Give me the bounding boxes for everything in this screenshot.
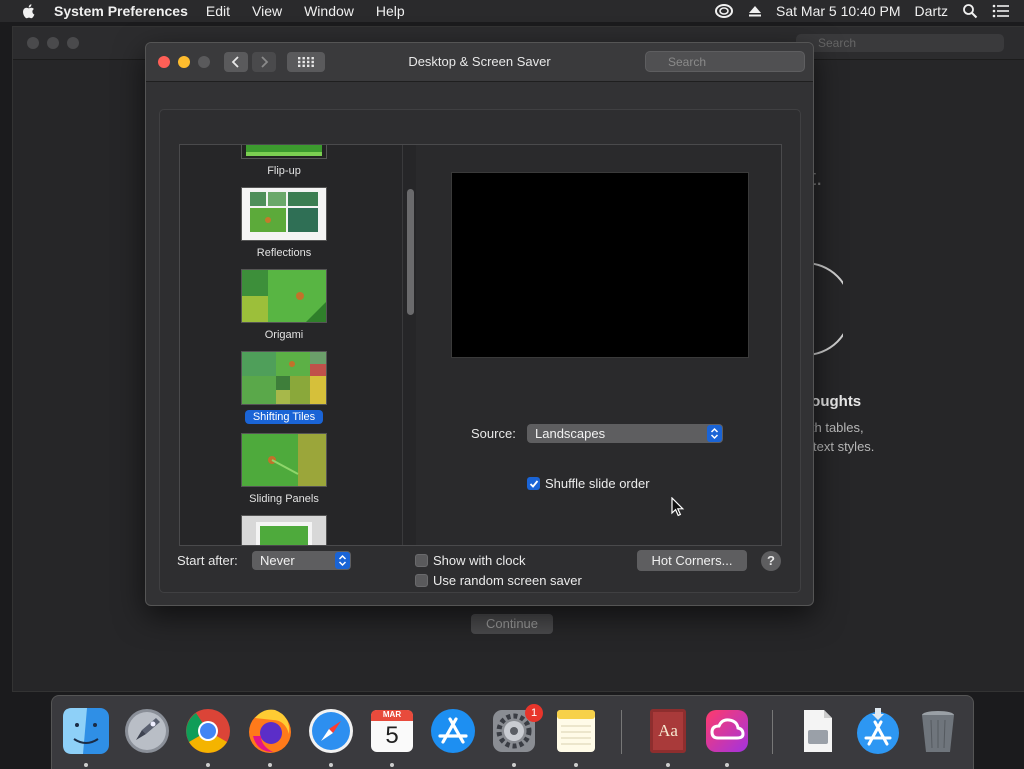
calendar-running-indicator (390, 763, 394, 767)
dock: MAR 5 1 Aa (51, 695, 974, 769)
saver-item-sliding-panels[interactable]: Sliding Panels (241, 433, 327, 506)
continue-button[interactable]: Continue (471, 614, 553, 634)
random-saver-option[interactable]: Use random screen saver (415, 573, 582, 588)
saver-label: Sliding Panels (249, 493, 319, 505)
menu-view[interactable]: View (252, 3, 282, 19)
reflections-thumbnail (241, 187, 327, 241)
source-select[interactable]: Landscapes (527, 424, 723, 443)
firefox-icon[interactable] (245, 706, 295, 756)
start-after-label: Start after: (177, 553, 238, 568)
preview-pane: Source: Landscapes Shuffle slide order (416, 144, 782, 546)
launchpad-icon[interactable] (122, 706, 172, 756)
shuffle-label: Shuffle slide order (545, 476, 650, 491)
random-saver-label: Use random screen saver (433, 573, 582, 588)
bg-search-field[interactable]: Search (796, 34, 1004, 52)
shuffle-checkbox[interactable] (527, 477, 540, 490)
calendar-icon[interactable]: MAR 5 (367, 706, 417, 756)
safari-icon[interactable] (306, 706, 356, 756)
source-label: Source: (471, 426, 516, 441)
spotlight-search-icon[interactable] (962, 3, 978, 19)
search-input[interactable] (645, 51, 805, 72)
firefox-running-indicator (268, 763, 272, 767)
flip-up-thumbnail (241, 145, 327, 159)
list-scroll-thumb[interactable] (407, 189, 414, 315)
app-store-icon[interactable] (428, 706, 478, 756)
creative-cloud-icon[interactable] (702, 706, 752, 756)
menu-window[interactable]: Window (304, 3, 354, 19)
saver-item-origami[interactable]: Origami (241, 269, 327, 342)
bg-close-icon[interactable] (27, 37, 39, 49)
source-stepper-icon (707, 425, 722, 442)
screen-saver-panel: Flip-up Reflections Origami Shifting Til… (159, 109, 801, 593)
show-clock-label: Show with clock (433, 553, 526, 568)
system-preferences-running-indicator (512, 763, 516, 767)
desktop-screen-saver-window: Desktop & Screen Saver Flip-up (145, 42, 814, 606)
creative-cloud-menu-icon[interactable] (714, 3, 734, 19)
shifting-tiles-thumbnail (241, 351, 327, 405)
calendar-day: 5 (385, 722, 399, 749)
dictionary-glyph: Aa (658, 721, 678, 740)
menu-app-name[interactable]: System Preferences (54, 3, 188, 19)
safari-running-indicator (329, 763, 333, 767)
eject-icon[interactable] (748, 4, 762, 18)
bg-text-line-2: text styles. (813, 439, 875, 454)
show-clock-option[interactable]: Show with clock (415, 553, 525, 568)
notification-center-icon[interactable] (992, 4, 1010, 18)
creative-cloud-running-indicator (725, 763, 729, 767)
menu-help[interactable]: Help (376, 3, 405, 19)
start-after-stepper-icon (335, 552, 350, 569)
list-scrollbar[interactable] (402, 145, 416, 545)
apple-menu-icon[interactable] (20, 2, 38, 20)
chrome-icon[interactable] (183, 706, 233, 756)
saver-label-selected: Shifting Tiles (244, 410, 324, 424)
saver-label: Flip-up (267, 165, 301, 177)
dictionary-running-indicator (666, 763, 670, 767)
bg-zoom-icon[interactable] (67, 37, 79, 49)
next-saver-thumbnail (241, 515, 327, 545)
random-saver-checkbox[interactable] (415, 574, 428, 587)
origami-thumbnail (241, 269, 327, 323)
preview-icon[interactable] (792, 706, 842, 756)
shuffle-option[interactable]: Shuffle slide order (527, 476, 650, 491)
finder-running-indicator (84, 763, 88, 767)
source-select-value: Landscapes (535, 426, 606, 441)
mouse-cursor-icon (671, 497, 685, 517)
notification-badge: 1 (525, 704, 543, 722)
notes-running-indicator (574, 763, 578, 767)
saver-item-reflections[interactable]: Reflections (241, 187, 327, 260)
system-preferences-icon[interactable]: 1 (489, 704, 543, 756)
finder-icon[interactable] (61, 706, 111, 756)
menu-edit[interactable]: Edit (206, 3, 230, 19)
bg-minimize-icon[interactable] (47, 37, 59, 49)
dictionary-icon[interactable]: Aa (643, 706, 693, 756)
notes-icon[interactable] (551, 706, 601, 756)
menu-bar: System Preferences Edit View Window Help… (0, 0, 1024, 22)
menu-clock[interactable]: Sat Mar 5 10:40 PM (776, 3, 901, 19)
start-after-select[interactable]: Never (252, 551, 351, 570)
saver-item-flip-up[interactable]: Flip-up (241, 145, 327, 178)
bg-text-line-1: ith tables, (808, 420, 864, 435)
hot-corners-button[interactable]: Hot Corners... (637, 550, 747, 571)
help-button[interactable]: ? (761, 551, 781, 571)
checkmark-icon (529, 479, 538, 488)
menu-user[interactable]: Dartz (915, 3, 948, 19)
show-clock-checkbox[interactable] (415, 554, 428, 567)
dock-separator (772, 710, 773, 754)
calendar-month: MAR (382, 710, 402, 719)
screen-saver-list[interactable]: Flip-up Reflections Origami Shifting Til… (179, 144, 417, 546)
chrome-running-indicator (206, 763, 210, 767)
saver-label: Reflections (256, 247, 312, 259)
sliding-panels-thumbnail (241, 433, 327, 487)
menu-extras: Sat Mar 5 10:40 PM Dartz (714, 0, 1024, 22)
start-after-value: Never (260, 553, 295, 568)
trash-icon[interactable] (913, 706, 963, 756)
saver-item-shifting-tiles[interactable]: Shifting Tiles (241, 351, 327, 424)
window-titlebar: Desktop & Screen Saver (146, 43, 813, 82)
screen-saver-preview[interactable] (451, 172, 749, 358)
saver-label: Origami (264, 329, 304, 341)
saver-item-next[interactable] (241, 515, 327, 545)
app-store-download-icon[interactable] (853, 706, 903, 756)
dock-separator (621, 710, 622, 754)
